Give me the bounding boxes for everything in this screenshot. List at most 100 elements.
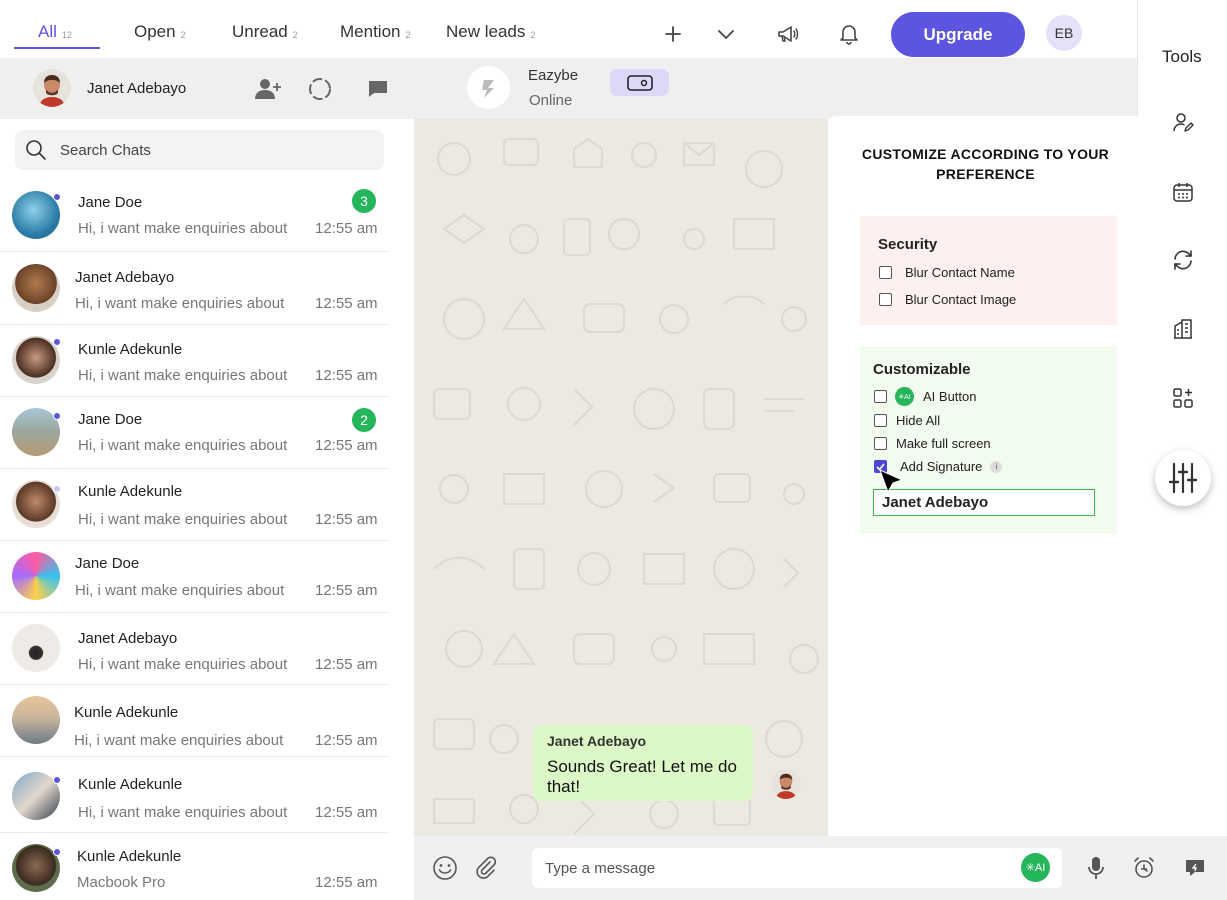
chat-bubble-icon[interactable] xyxy=(364,75,392,103)
list-item[interactable]: Kunle Adekunle Hi, i want make enquiries… xyxy=(0,325,390,397)
message-time: 12:55 am xyxy=(315,804,378,821)
contact-avatar xyxy=(12,696,60,744)
blur-contact-name-option[interactable]: Blur Contact Name xyxy=(879,265,1015,280)
option-label: AI Button xyxy=(923,389,977,404)
upgrade-button[interactable]: Upgrade xyxy=(891,12,1025,57)
message-preview: Hi, i want make enquiries about xyxy=(78,437,288,454)
tab-new-leads[interactable]: New leads 2 xyxy=(446,22,535,48)
message-input[interactable] xyxy=(545,859,985,877)
microphone-icon[interactable] xyxy=(1083,855,1109,881)
checkbox[interactable] xyxy=(874,390,887,403)
unread-dot xyxy=(53,776,61,784)
tab-label: All xyxy=(38,22,57,41)
sender-avatar xyxy=(771,769,801,799)
message-bubble[interactable]: Janet Adebayo Sounds Great! Let me do th… xyxy=(533,725,753,801)
attachment-icon[interactable] xyxy=(473,855,499,881)
contact-name: Janet Adebayo xyxy=(78,630,178,647)
message-sender: Janet Adebayo xyxy=(547,733,647,749)
search-input[interactable] xyxy=(60,141,360,159)
tools-title: Tools xyxy=(1162,47,1202,66)
blur-contact-image-option[interactable]: Blur Contact Image xyxy=(879,292,1016,307)
message-preview: Hi, i want make enquiries about xyxy=(78,511,288,528)
customizable-section: Customizable ✳AI AI Button Hide All Make… xyxy=(860,346,1117,534)
tab-label: New leads xyxy=(446,22,526,41)
tab-mention[interactable]: Mention 2 xyxy=(340,22,411,48)
ai-button[interactable]: ✳AI xyxy=(1021,853,1050,882)
unread-dot xyxy=(53,193,61,201)
building-icon[interactable] xyxy=(1166,312,1200,346)
alarm-clock-icon[interactable] xyxy=(1131,855,1157,881)
message-preview: Hi, i want make enquiries about xyxy=(78,656,288,673)
list-item[interactable]: Jane Doe Hi, i want make enquiries about… xyxy=(0,180,390,252)
list-item[interactable]: Kunle Adekunle Hi, i want make enquiries… xyxy=(0,761,390,833)
hide-all-option[interactable]: Hide All xyxy=(874,413,940,428)
signature-input[interactable] xyxy=(873,489,1095,516)
list-item[interactable]: Janet Adebayo Hi, i want make enquiries … xyxy=(0,613,390,685)
quick-reply-icon[interactable] xyxy=(1182,855,1208,881)
list-item[interactable]: Kunle Adekunle Hi, i want make enquiries… xyxy=(0,469,390,541)
unread-dot xyxy=(53,485,61,493)
unread-dot xyxy=(53,412,61,420)
tab-label: Unread xyxy=(232,22,288,41)
tag-icon[interactable] xyxy=(610,69,669,96)
contact-avatar[interactable] xyxy=(467,66,510,109)
checkbox[interactable] xyxy=(879,266,892,279)
emoji-icon[interactable] xyxy=(432,855,458,881)
checkbox[interactable] xyxy=(874,437,887,450)
preferences-panel: CUSTOMIZE ACCORDING TO YOUR PREFERENCE S… xyxy=(828,116,1138,833)
tab-unread[interactable]: Unread 2 xyxy=(232,22,298,48)
message-time: 12:55 am xyxy=(315,367,378,384)
contact-avatar xyxy=(12,552,60,600)
message-time: 12:55 am xyxy=(315,732,378,749)
make-full-screen-option[interactable]: Make full screen xyxy=(874,436,991,451)
megaphone-icon[interactable] xyxy=(775,21,801,47)
message-time: 12:55 am xyxy=(315,874,378,891)
message-text: Sounds Great! Let me do that! xyxy=(547,757,737,796)
search-bar[interactable] xyxy=(15,130,384,170)
checkbox[interactable] xyxy=(879,293,892,306)
contact-name: Janet Adebayo xyxy=(75,269,175,286)
message-box[interactable]: ✳AI xyxy=(532,848,1062,888)
message-time: 12:55 am xyxy=(315,437,378,454)
mouse-cursor-icon xyxy=(879,469,904,494)
calendar-icon[interactable] xyxy=(1166,175,1200,209)
list-item[interactable]: Jane Doe Hi, i want make enquiries about… xyxy=(0,541,390,613)
tab-all[interactable]: All 12 xyxy=(14,22,100,49)
chevron-down-icon[interactable] xyxy=(713,21,739,47)
list-item[interactable]: Kunle Adekunle Hi, i want make enquiries… xyxy=(0,685,390,757)
user-avatar[interactable]: EB xyxy=(1046,15,1082,51)
ai-button-option[interactable]: ✳AI AI Button xyxy=(874,387,976,406)
contact-name: Kunle Adekunle xyxy=(78,776,183,793)
user-edit-icon[interactable] xyxy=(1166,106,1200,140)
chat-subheader: Janet Adebayo Eazybe Online xyxy=(0,58,1137,119)
list-item[interactable]: Janet Adebayo Hi, i want make enquiries … xyxy=(0,253,390,325)
list-item[interactable]: Kunle Adekunle Macbook Pro 12:55 am xyxy=(0,833,390,900)
status-icon[interactable] xyxy=(306,75,334,103)
search-icon xyxy=(26,140,46,160)
tab-count: 2 xyxy=(405,30,411,40)
ai-icon: ✳AI xyxy=(895,387,914,406)
bell-icon[interactable] xyxy=(836,21,862,47)
message-time: 12:55 am xyxy=(315,511,378,528)
unread-badge: 2 xyxy=(352,408,376,432)
sync-icon[interactable] xyxy=(1166,243,1200,277)
option-label: Add Signature xyxy=(900,459,983,474)
chat-list-panel: Jane Doe Hi, i want make enquiries about… xyxy=(0,119,414,900)
message-preview: Hi, i want make enquiries about xyxy=(78,367,288,384)
add-user-icon[interactable] xyxy=(254,75,282,103)
checkbox[interactable] xyxy=(874,414,887,427)
add-widget-icon[interactable] xyxy=(1166,381,1200,415)
info-icon[interactable]: i xyxy=(990,460,1003,473)
tab-label: Mention xyxy=(340,22,401,41)
agent-avatar[interactable] xyxy=(33,69,71,107)
contact-avatar xyxy=(12,624,60,672)
agent-name: Janet Adebayo xyxy=(87,80,187,97)
message-preview: Hi, i want make enquiries about xyxy=(74,732,284,749)
tab-open[interactable]: Open 2 xyxy=(134,22,186,48)
list-item[interactable]: Jane Doe Hi, i want make enquiries about… xyxy=(0,397,390,469)
option-label: Hide All xyxy=(896,413,941,428)
plus-icon[interactable] xyxy=(660,21,686,47)
sliders-icon[interactable] xyxy=(1155,450,1211,506)
customizable-heading: Customizable xyxy=(873,361,971,378)
option-label: Make full screen xyxy=(896,436,991,451)
